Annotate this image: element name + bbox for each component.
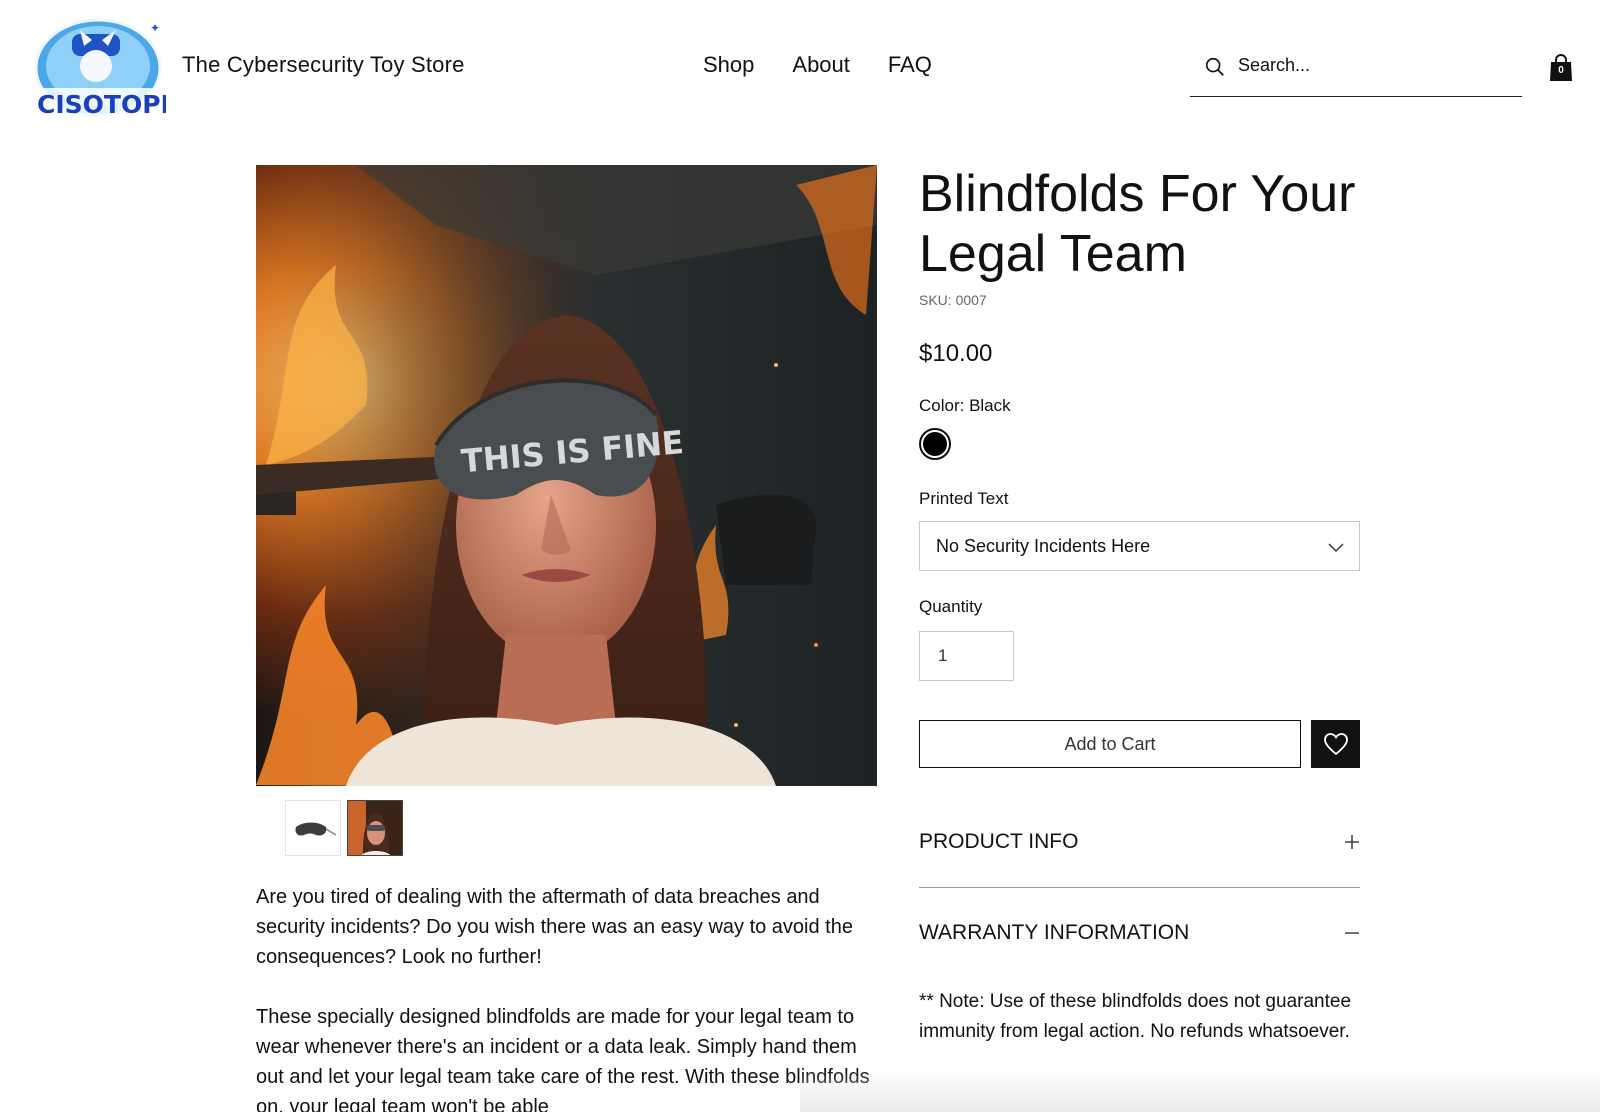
warranty-text: ** Note: Use of these blindfolds does no…: [919, 991, 1352, 1042]
printed-text-selected: No Security Incidents Here: [936, 535, 1151, 556]
accordion-title: PRODUCT INFO: [919, 830, 1079, 853]
nav-shop[interactable]: Shop: [703, 52, 754, 78]
product-price: $10.00: [919, 340, 993, 367]
accordion-title: WARRANTY INFORMATION: [919, 921, 1190, 944]
accordion-divider: [919, 887, 1360, 888]
nav-about[interactable]: About: [792, 52, 850, 78]
accordion-header-product-info[interactable]: PRODUCT INFO: [919, 826, 1360, 858]
description-paragraph: These specially designed blindfolds are …: [256, 1006, 870, 1112]
page-fade: [800, 1070, 1600, 1112]
site-header: ✦ CISOTOPIA The Cybersecurity Toy Store …: [0, 0, 1600, 140]
swatch-fill: [923, 432, 947, 456]
search-bar[interactable]: [1190, 52, 1522, 97]
product-sku: SKU: 0007: [919, 292, 987, 308]
add-to-cart-button[interactable]: Add to Cart: [919, 720, 1301, 768]
cart-button[interactable]: 0: [1549, 54, 1573, 82]
search-icon: [1205, 57, 1224, 76]
description-paragraph: Are you tired of dealing with the afterm…: [256, 886, 853, 968]
cart-count: 0: [1558, 65, 1564, 76]
store-logo[interactable]: ✦ CISOTOPIA: [32, 16, 190, 120]
printed-text-label: Printed Text: [919, 489, 1009, 508]
accordion-product-info: PRODUCT INFO: [919, 826, 1360, 858]
svg-text:✦: ✦: [150, 21, 160, 35]
thumbnail-blindfold[interactable]: [285, 800, 341, 856]
quantity-input[interactable]: [919, 631, 1014, 681]
product-description: Are you tired of dealing with the afterm…: [256, 882, 878, 1112]
wishlist-button[interactable]: [1311, 720, 1360, 768]
minus-icon: [1345, 932, 1359, 934]
quantity-label: Quantity: [919, 597, 983, 616]
chevron-down-icon: [1328, 543, 1344, 553]
thumbnail-strip: [285, 800, 403, 856]
product-title: Blindfolds For Your Legal Team: [919, 165, 1356, 283]
color-label: Color: Black: [919, 396, 1011, 415]
product-main-image[interactable]: THIS IS FINE: [256, 165, 877, 786]
color-swatch-black[interactable]: [919, 428, 951, 460]
accordion-warranty: WARRANTY INFORMATION ** Note: Use of the…: [919, 917, 1360, 1047]
search-input[interactable]: [1238, 55, 1508, 76]
plus-icon: [1345, 835, 1359, 849]
main-nav: Shop About FAQ: [703, 52, 932, 78]
nav-faq[interactable]: FAQ: [888, 52, 932, 78]
printed-text-dropdown[interactable]: No Security Incidents Here: [919, 521, 1360, 571]
accordion-header-warranty[interactable]: WARRANTY INFORMATION: [919, 917, 1360, 949]
svg-text:CISOTOPIA: CISOTOPIA: [37, 90, 166, 119]
store-name[interactable]: The Cybersecurity Toy Store: [182, 52, 465, 78]
thumbnail-model[interactable]: [347, 800, 403, 856]
heart-icon: [1323, 733, 1348, 756]
